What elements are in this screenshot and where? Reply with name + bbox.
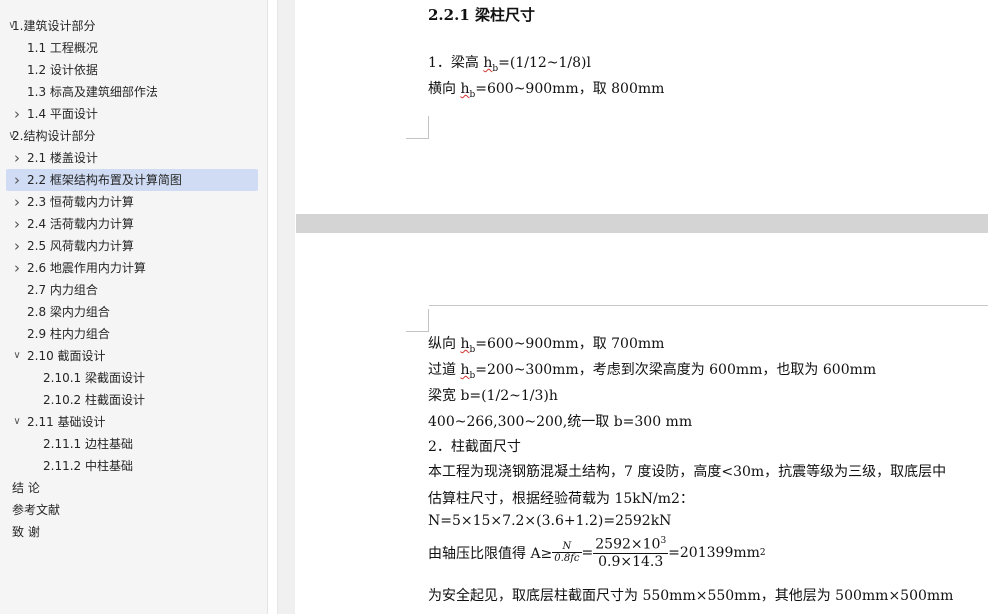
outline-item[interactable]: 2.10.2 柱截面设计 [6, 389, 258, 411]
outline-item-label: 致 谢 [12, 525, 40, 539]
outline-item[interactable]: 结 论 [6, 477, 258, 499]
axial-ratio-formula: 由轴压比限值得 A≥ N 0.8fc = 2592×103 0.9×14.3 =… [428, 536, 766, 570]
outline-item[interactable]: ∨ 1.建筑设计部分 [6, 15, 258, 37]
outline-item-label: 2.10.2 柱截面设计 [43, 393, 145, 407]
outline-item-label: 2.11.1 边柱基础 [43, 437, 133, 451]
outline-item-label: 2.3 恒荷载内力计算 [27, 195, 134, 209]
chevron-down-icon[interactable]: ∨ [11, 345, 23, 367]
chevron-right-icon[interactable]: › [11, 169, 23, 191]
outline-item[interactable]: › 2.2 框架结构布置及计算简图 [6, 169, 258, 191]
chevron-right-icon[interactable]: › [11, 103, 23, 125]
document-page-1: 2.2.1 梁柱尺寸 1．梁高 hb=(1/12~1/8)l 横向 hb=600… [296, 0, 988, 214]
column-section-heading: 2．柱截面尺寸 [428, 439, 521, 455]
chevron-down-icon[interactable]: ∨ [11, 411, 23, 433]
outline-item-label: 2.2 框架结构布置及计算简图 [27, 173, 182, 187]
column-design-paragraph: 本工程为现浇钢筋混凝土结构，7 度设防，高度<30m，抗震等级为三级，取底层中 [428, 464, 947, 480]
transverse-beam-height: 横向 hb=600~900mm，取 800mm [428, 81, 665, 100]
outline-item[interactable]: › 2.4 活荷载内力计算 [6, 213, 258, 235]
outline-item-label: 2.9 柱内力组合 [27, 327, 110, 341]
outline-item-label: 2.8 梁内力组合 [27, 305, 110, 319]
beam-width-value: 400~266,300~200,统一取 b=300 mm [428, 414, 693, 430]
corridor-beam-height: 过道 hb=200~300mm，考虑到次梁高度为 600mm，也取为 600mm [428, 362, 877, 381]
outline-item[interactable]: ∨ 2.结构设计部分 [6, 125, 258, 147]
outline-item[interactable]: › 2.1 楼盖设计 [6, 147, 258, 169]
chevron-right-icon[interactable]: › [11, 191, 23, 213]
outline-item[interactable]: 2.7 内力组合 [6, 279, 258, 301]
outline-item[interactable]: 1.2 设计依据 [6, 59, 258, 81]
header-rule [429, 305, 988, 306]
chevron-right-icon[interactable]: › [11, 257, 23, 279]
outline-item[interactable]: › 2.6 地震作用内力计算 [6, 257, 258, 279]
fraction-area-value: 2592×103 0.9×14.3 [593, 536, 669, 570]
navigation-pane: ∨ 1.建筑设计部分 1.1 工程概况 1.2 设计依据 1.3 标高及建筑细部作法 › 1… [0, 0, 268, 614]
outline-item-label: 2.11 基础设计 [27, 415, 106, 429]
outline-item[interactable]: 1.1 工程概况 [6, 37, 258, 59]
outline-item[interactable]: 2.8 梁内力组合 [6, 301, 258, 323]
outline-item-label: 1.1 工程概况 [27, 41, 98, 55]
page-crop-mark [406, 116, 429, 139]
document-page-2: 纵向 hb=600~900mm，取 700mm 过道 hb=200~300mm，… [296, 233, 988, 614]
outline-item-label: 2.11.2 中柱基础 [43, 459, 133, 473]
outline-item[interactable]: › 2.5 风荷载内力计算 [6, 235, 258, 257]
outline-item[interactable]: › 2.3 恒荷载内力计算 [6, 191, 258, 213]
beam-height-formula: 1．梁高 hb=(1/12~1/8)l [428, 55, 591, 74]
page-crop-mark [406, 309, 429, 332]
outline-item-label: 2.6 地震作用内力计算 [27, 261, 146, 275]
chevron-right-icon[interactable]: › [11, 213, 23, 235]
outline-item-label: 2.10 截面设计 [27, 349, 106, 363]
outline-list: ∨ 1.建筑设计部分 1.1 工程概况 1.2 设计依据 1.3 标高及建筑细部作法 › 1… [6, 15, 258, 543]
outline-item-label: 1.4 平面设计 [27, 107, 98, 121]
outline-item[interactable]: › 1.4 平面设计 [6, 103, 258, 125]
outline-item[interactable]: ∨ 2.11 基础设计 [6, 411, 258, 433]
fraction-n-over-fc: N 0.8fc [552, 541, 582, 565]
outline-item[interactable]: 致 谢 [6, 521, 258, 543]
outline-item-label: 参考文献 [12, 503, 61, 517]
longitudinal-beam-height: 纵向 hb=600~900mm，取 700mm [428, 336, 665, 355]
outline-item-label: 1.2 设计依据 [27, 63, 98, 77]
section-heading: 2.2.1 梁柱尺寸 [428, 6, 535, 24]
outline-item-label: 2.10.1 梁截面设计 [43, 371, 145, 385]
outline-item[interactable]: 参考文献 [6, 499, 258, 521]
outline-item[interactable]: 2.10.1 梁截面设计 [6, 367, 258, 389]
beam-width-formula: 梁宽 b=(1/2~1/3)h [428, 388, 558, 404]
chevron-right-icon[interactable]: › [11, 235, 23, 257]
outline-item-label: 1.建筑设计部分 [12, 19, 96, 33]
outline-item-label: 2.1 楼盖设计 [27, 151, 98, 165]
axial-force-formula: N=5×15×7.2×(3.6+1.2)=2592kN [428, 513, 672, 529]
nav-scrollbar[interactable] [277, 0, 295, 614]
column-size-conclusion: 为安全起见，取底层柱截面尺寸为 550mm×550mm，其他层为 500mm×5… [428, 588, 954, 604]
outline-item-label: 2.结构设计部分 [12, 129, 96, 143]
outline-item[interactable]: ∨ 2.10 截面设计 [6, 345, 258, 367]
column-estimate-text: 估算柱尺寸，根据经验荷载为 15kN/m2： [428, 491, 694, 507]
outline-item[interactable]: 1.3 标高及建筑细部作法 [6, 81, 258, 103]
outline-item-label: 2.7 内力组合 [27, 283, 98, 297]
outline-item-label: 结 论 [12, 481, 40, 495]
outline-item[interactable]: 2.11.1 边柱基础 [6, 433, 258, 455]
document-area: 2.2.1 梁柱尺寸 1．梁高 hb=(1/12~1/8)l 横向 hb=600… [296, 0, 988, 614]
outline-item[interactable]: 2.11.2 中柱基础 [6, 455, 258, 477]
outline-item-label: 2.5 风荷载内力计算 [27, 239, 134, 253]
outline-item-label: 1.3 标高及建筑细部作法 [27, 85, 158, 99]
outline-item[interactable]: 2.9 柱内力组合 [6, 323, 258, 345]
chevron-right-icon[interactable]: › [11, 147, 23, 169]
outline-item-label: 2.4 活荷载内力计算 [27, 217, 134, 231]
